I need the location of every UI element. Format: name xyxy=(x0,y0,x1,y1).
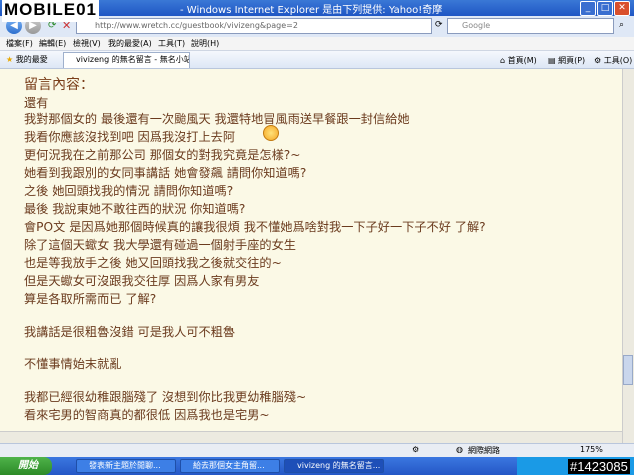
menu-view[interactable]: 檢視(V) xyxy=(73,38,101,49)
menu-tools[interactable]: 工具(T) xyxy=(158,38,185,49)
globe-icon: ◍ xyxy=(456,445,463,454)
smiley-emoticon-icon xyxy=(263,125,279,141)
status-bar: ⚙ ◍ 網際網路 175% xyxy=(0,443,634,458)
watermark-logo: MOBILE01 xyxy=(2,0,100,22)
minimize-button[interactable]: _ xyxy=(580,1,596,16)
favorites-button[interactable]: ★ 我的最愛 xyxy=(6,54,48,65)
search-input[interactable]: Google xyxy=(447,18,614,34)
gear-icon: ⚙ xyxy=(594,56,602,65)
favorites-label: 我的最愛 xyxy=(15,55,48,64)
menu-edit[interactable]: 編輯(E) xyxy=(39,38,66,49)
page-button[interactable]: ▤ 網頁(P) xyxy=(548,55,585,66)
window-title: - Windows Internet Explorer 是由下列提供: Yaho… xyxy=(180,5,443,16)
message-line: 我都已經很幼稚跟腦殘了 沒想到你比我更幼稚腦殘~ xyxy=(24,390,307,404)
message-line: 算是各取所需而已 了解? xyxy=(24,292,157,306)
message-line: 她看到我跟別的女同事講話 她會發飆 請問你知道嗎? xyxy=(24,166,307,180)
page-icon: ▤ xyxy=(548,56,556,65)
message-line: 我對那個女的 最後還有一次颱風天 我還特地冒風雨送早餐跟一封信給她 xyxy=(24,112,410,126)
search-icon[interactable]: ⌕ xyxy=(619,20,624,30)
message-line: 不懂事情始末就亂 xyxy=(24,357,122,371)
tab-row: ★ 我的最愛 vivizeng 的無名留言 - 無名小站 ⌂ 首頁(M) ▤ 網… xyxy=(0,51,634,69)
scrollbar-thumb[interactable] xyxy=(623,355,633,385)
menu-help[interactable]: 說明(H) xyxy=(191,38,219,49)
address-input[interactable]: http://www.wretch.cc/guestbook/vivizeng&… xyxy=(76,18,432,34)
go-icon[interactable]: ⟳ xyxy=(435,20,443,30)
message-heading: 留言內容： xyxy=(24,77,94,93)
taskbar: 開始 發表新主題於閒聊... 給去那個女主角留... vivizeng 的無名留… xyxy=(0,457,634,475)
close-button[interactable]: ✕ xyxy=(614,1,630,16)
message-line: 我講話是很粗魯沒錯 可是我人可不粗魯 xyxy=(24,325,236,339)
zone-label: 網際網路 xyxy=(468,446,500,455)
vertical-scrollbar[interactable] xyxy=(622,69,634,443)
home-button[interactable]: ⌂ 首頁(M) xyxy=(500,55,537,66)
message-line: 我看你應該沒找到吧 因爲我沒打上去阿 xyxy=(24,130,236,144)
message-line: 但是天蠍女可沒跟我交往厚 因爲人家有男友 xyxy=(24,274,260,288)
taskbar-item[interactable]: 給去那個女主角留... xyxy=(180,459,280,473)
security-icon: ⚙ xyxy=(412,445,420,454)
home-label: 首頁(M) xyxy=(507,56,537,65)
menu-bar: 檔案(F) 編輯(E) 檢視(V) 我的最愛(A) 工具(T) 說明(H) xyxy=(0,37,634,51)
message-line: 會PO文 是因爲她那個時候真的讓我很煩 我不懂她爲啥對我一下子好一下子不好 了解… xyxy=(24,220,486,234)
taskbar-item-active[interactable]: vivizeng 的無名留言... xyxy=(284,459,384,473)
maximize-button[interactable]: □ xyxy=(597,1,613,16)
image-tag: #1423085 xyxy=(568,459,630,474)
menu-file[interactable]: 檔案(F) xyxy=(6,38,33,49)
start-button[interactable]: 開始 xyxy=(0,457,52,475)
tab-active[interactable]: vivizeng 的無名留言 - 無名小站 xyxy=(63,52,190,68)
tab-label: vivizeng 的無名留言 - 無名小站 xyxy=(76,55,190,64)
message-line: 看來宅男的智商真的都很低 因爲我也是宅男~ xyxy=(24,408,270,422)
tools-label: 工具(O) xyxy=(603,56,633,65)
tools-button[interactable]: ⚙ 工具(O) xyxy=(594,55,632,66)
star-icon: ★ xyxy=(6,55,14,64)
menu-favorites[interactable]: 我的最愛(A) xyxy=(108,38,152,49)
message-line: 之後 她回頭找我的情況 請問你知道嗎? xyxy=(24,184,234,198)
message-line: 最後 我說東她不敢往西的狀況 你知道嗎? xyxy=(24,202,246,216)
zoom-level[interactable]: 175% xyxy=(580,445,603,454)
horizontal-scrollbar[interactable] xyxy=(0,431,622,443)
taskbar-item[interactable]: 發表新主題於閒聊... xyxy=(76,459,176,473)
page-content: 留言內容： 還有 我對那個女的 最後還有一次颱風天 我還特地冒風雨送早餐跟一封信… xyxy=(0,69,622,443)
message-line: 更何況我在之前那公司 那個女的對我究竟是怎樣?~ xyxy=(24,148,301,162)
message-line: 也是等我放手之後 她又回頭找我之後就交往的~ xyxy=(24,256,282,270)
message-line: 除了這個天蠍女 我大學還有碰過一個射手座的女生 xyxy=(24,238,296,252)
home-icon: ⌂ xyxy=(500,56,506,65)
page-label: 網頁(P) xyxy=(558,56,586,65)
